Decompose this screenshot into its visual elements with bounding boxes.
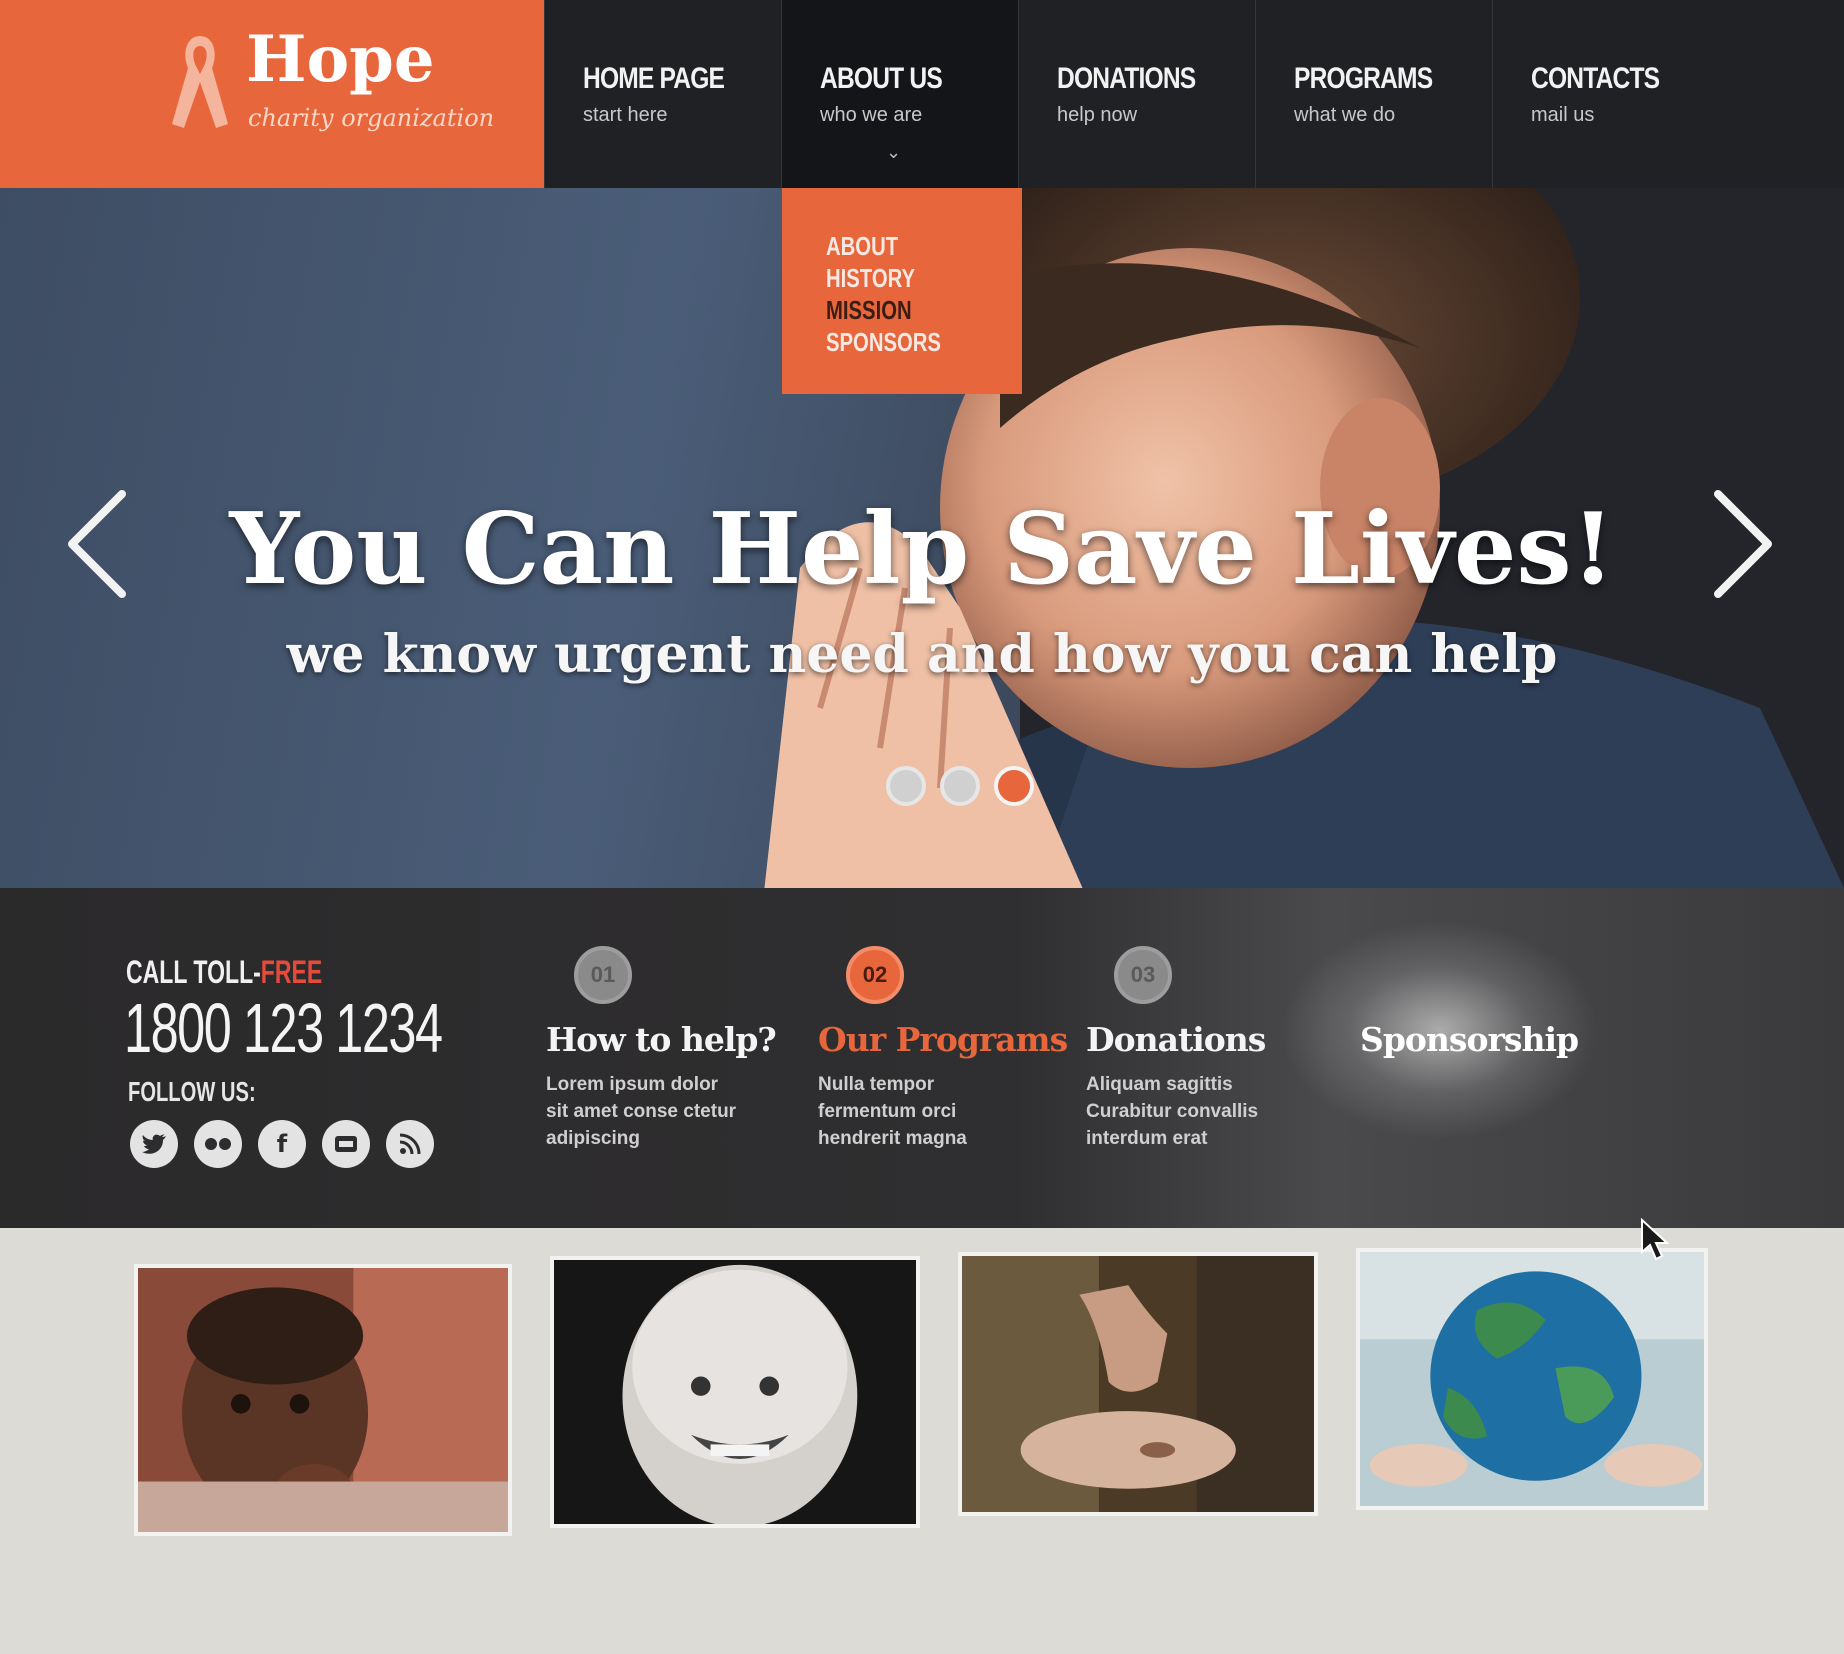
nav-label: HOME PAGE: [583, 62, 725, 95]
mouse-cursor-icon: [1641, 1218, 1670, 1261]
slider-pagination: [886, 766, 1034, 806]
feature-text: Nulla tempor fermentum orci hendrerit ma…: [818, 1074, 967, 1149]
dropdown-item-about[interactable]: ABOUT: [826, 230, 979, 262]
nav-sublabel: start here: [583, 104, 668, 126]
nav-sublabel: what we do: [1294, 104, 1396, 126]
logo-title: Hope: [246, 22, 435, 97]
feature-text: Lorem ipsum dolor sit amet conse ctetur …: [546, 1074, 737, 1149]
gallery-thumb-child-eating[interactable]: [134, 1264, 512, 1536]
feature-number-spacer: [1360, 946, 1600, 1004]
feature-title[interactable]: How to help?: [546, 1020, 786, 1059]
nav-home[interactable]: HOME PAGE start here: [544, 0, 781, 188]
social-links: f: [130, 1120, 434, 1168]
hero-slider: ABOUT HISTORY MISSION SPONSORS You Can H…: [0, 188, 1844, 888]
slider-dot[interactable]: [886, 766, 926, 806]
feature-title[interactable]: Donations: [1086, 1020, 1326, 1059]
rss-icon[interactable]: [386, 1120, 434, 1168]
nav-contacts[interactable]: CONTACTS mail us: [1492, 0, 1729, 188]
nav-sublabel: help now: [1057, 104, 1138, 126]
flickr-icon[interactable]: [194, 1120, 242, 1168]
nav-about[interactable]: ABOUT US who we are ⌄: [781, 0, 1018, 188]
dropdown-item-sponsors[interactable]: SPONSORS: [826, 326, 979, 358]
feature-how-to-help: 01 How to help? Lorem ipsum dolor sit am…: [546, 946, 786, 1152]
hero-subtitle: we know urgent need and how you can help: [286, 624, 1558, 685]
dropdown-item-mission[interactable]: MISSION: [826, 294, 979, 326]
feature-title[interactable]: Sponsorship: [1360, 1020, 1600, 1059]
follow-us-label: FOLLOW US:: [128, 1076, 256, 1107]
youtube-icon[interactable]: [322, 1120, 370, 1168]
slider-next-arrow-icon[interactable]: [1700, 484, 1780, 604]
page: Hope charity organization HOME PAGE star…: [0, 0, 1844, 1654]
feature-donations: 03 Donations Aliquam sagittis Curabitur …: [1086, 946, 1326, 1152]
facebook-icon[interactable]: f: [258, 1120, 306, 1168]
gallery-thumb-earth-globe[interactable]: [1356, 1248, 1708, 1510]
nav-sublabel: mail us: [1531, 104, 1595, 126]
call-toll-free-label: CALL TOLL-FREE: [126, 954, 322, 991]
nav-label: CONTACTS: [1531, 62, 1660, 95]
chevron-down-icon: ⌄: [886, 142, 902, 163]
slider-prev-arrow-icon[interactable]: [60, 484, 140, 604]
nav-donations[interactable]: DONATIONS help now: [1018, 0, 1255, 188]
slider-dot-active[interactable]: [994, 766, 1034, 806]
twitter-icon[interactable]: [130, 1120, 178, 1168]
logo-subtitle: charity organization: [248, 104, 495, 132]
nav-label: DONATIONS: [1057, 62, 1196, 95]
phone-number[interactable]: 1800 123 1234: [124, 988, 443, 1068]
gallery-thumb-smiling-child[interactable]: [550, 1256, 920, 1528]
feature-sponsorship: Sponsorship: [1360, 946, 1600, 1071]
about-dropdown: ABOUT HISTORY MISSION SPONSORS: [782, 188, 1022, 394]
gallery-thumb-hands[interactable]: [958, 1252, 1318, 1516]
nav-programs[interactable]: PROGRAMS what we do: [1255, 0, 1492, 188]
ribbon-icon: [172, 36, 228, 128]
nav-sublabel: who we are: [820, 104, 923, 126]
dropdown-item-history[interactable]: HISTORY: [826, 262, 979, 294]
nav-label: ABOUT US: [820, 62, 943, 95]
nav-label: PROGRAMS: [1294, 62, 1433, 95]
logo[interactable]: Hope charity organization: [0, 0, 544, 188]
feature-number: 01: [574, 946, 632, 1004]
main-nav: HOME PAGE start here ABOUT US who we are…: [544, 0, 1844, 188]
call-free-text: FREE: [260, 954, 323, 990]
hero-title: You Can Help Save Lives!: [229, 492, 1615, 607]
feature-title[interactable]: Our Programs: [818, 1020, 1068, 1059]
call-label-text: CALL TOLL-: [126, 954, 261, 990]
feature-our-programs: 02 Our Programs Nulla tempor fermentum o…: [818, 946, 1068, 1152]
feature-text: Aliquam sagittis Curabitur convallis int…: [1086, 1074, 1259, 1149]
feature-number: 03: [1114, 946, 1172, 1004]
feature-number: 02: [846, 946, 904, 1004]
slider-dot[interactable]: [940, 766, 980, 806]
